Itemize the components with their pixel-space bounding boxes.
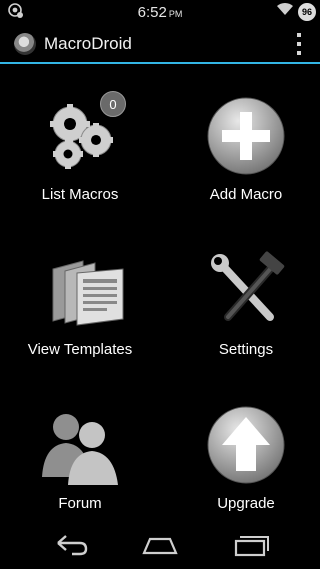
add-macro-label: Add Macro <box>209 186 283 203</box>
clock-ampm: PM <box>168 9 183 19</box>
overflow-menu-button[interactable] <box>296 33 302 55</box>
forum-label: Forum <box>58 495 102 512</box>
macro-count-badge: 0 <box>100 91 126 117</box>
add-macro-button[interactable]: Add Macro <box>166 88 320 238</box>
templates-icon <box>47 251 127 331</box>
home-icon[interactable] <box>140 531 180 559</box>
wrench-hammer-icon <box>206 251 286 331</box>
app-title: MacroDroid <box>44 34 132 53</box>
view-templates-label: View Templates <box>27 341 133 358</box>
clock: 6:52 PM <box>0 4 320 21</box>
up-arrow-circle-icon <box>206 405 286 485</box>
list-macros-button[interactable]: 0 List Macros <box>0 88 160 238</box>
status-bar: 6:52 PM 96 <box>0 0 320 24</box>
upgrade-label: Upgrade <box>217 495 275 512</box>
plus-circle-icon <box>206 96 286 176</box>
clock-time: 6:52 <box>137 4 167 21</box>
wifi-icon <box>276 2 294 21</box>
navigation-bar <box>0 521 320 569</box>
view-templates-button[interactable]: View Templates <box>7 243 167 393</box>
app-logo-icon <box>14 33 36 55</box>
action-bar: MacroDroid <box>0 24 320 64</box>
settings-label: Settings <box>218 341 274 358</box>
people-icon <box>40 405 120 485</box>
list-macros-label: List Macros <box>41 186 119 203</box>
battery-level: 96 <box>301 6 312 17</box>
battery-icon: 96 <box>298 2 316 21</box>
back-icon[interactable] <box>52 531 92 559</box>
settings-button[interactable]: Settings <box>166 243 320 393</box>
recents-icon[interactable] <box>230 531 270 559</box>
